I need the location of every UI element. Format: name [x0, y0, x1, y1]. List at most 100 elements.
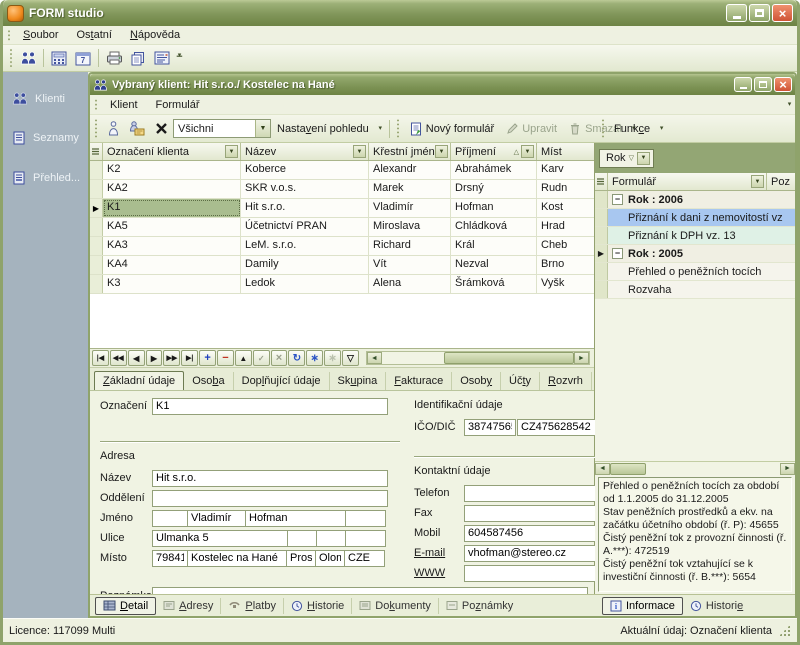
tab-adresy[interactable]: Adresy — [156, 598, 221, 614]
www-link-label[interactable]: WWW — [414, 567, 464, 579]
ulice-cislo-field[interactable] — [287, 530, 317, 547]
group-row[interactable]: ▶ − Rok : 2005 — [595, 245, 795, 263]
insert-record-button[interactable]: + — [199, 350, 216, 366]
close-button[interactable]: × — [772, 4, 793, 22]
kraj-field[interactable] — [315, 550, 345, 567]
toolbar-grip[interactable] — [93, 119, 98, 138]
form-row[interactable]: Rozvaha — [595, 281, 795, 299]
functions-button[interactable]: Funkce — [608, 120, 656, 138]
calculator-button[interactable] — [48, 48, 70, 68]
client-delete-button[interactable] — [150, 119, 172, 139]
clients-button[interactable] — [17, 48, 39, 68]
tab-osoby[interactable]: Osoby — [452, 372, 501, 390]
view-filter-combobox[interactable]: Všichni ▼ — [173, 119, 271, 138]
goto-bookmark-button[interactable]: ∗ — [324, 350, 341, 366]
tab-fakturace[interactable]: Fakturace — [386, 372, 452, 390]
resize-grip-icon[interactable] — [778, 624, 791, 637]
tab-doplnujici-udaje[interactable]: Doplňující údaje — [234, 372, 330, 390]
toolbar-grip[interactable] — [600, 119, 605, 138]
prior-record-button[interactable]: ◀ — [128, 350, 145, 366]
toolbar-overflow-button[interactable]: ▾ — [656, 119, 667, 139]
grid-horizontal-scrollbar[interactable]: ◄ ► — [366, 351, 590, 365]
tab-historie[interactable]: Historie — [284, 598, 352, 614]
print-button[interactable] — [103, 48, 125, 68]
table-row[interactable]: K3 Ledok Alena Šrámková Vyšk — [90, 275, 594, 294]
tab-ucty[interactable]: Účty — [501, 372, 540, 390]
next-page-button[interactable]: ▶▶ — [163, 350, 180, 366]
first-record-button[interactable]: |◀ — [92, 350, 109, 366]
scroll-right-icon[interactable]: ► — [574, 352, 589, 364]
chevron-down-icon[interactable]: ▼ — [255, 120, 270, 137]
column-header-prijmeni[interactable]: Příjmení △ ▼ — [451, 143, 537, 160]
menu-soubor[interactable]: Soubor — [14, 27, 67, 43]
dic-field[interactable] — [517, 419, 599, 436]
form-row[interactable]: Přehled o peněžních tocích — [595, 263, 795, 281]
nazev-field[interactable] — [152, 470, 388, 487]
sidebar-item-klienti[interactable]: Klienti — [3, 86, 88, 111]
child-close-button[interactable]: × — [774, 77, 792, 92]
toolbar-overflow-button[interactable]: ▾▔ — [174, 48, 185, 68]
menubar-overflow-button[interactable]: ▾ — [784, 95, 795, 115]
filter-button[interactable]: ▽ — [342, 350, 359, 366]
group-by-rok[interactable]: Rok ▽ ▼ — [599, 149, 654, 168]
filter-dropdown-icon[interactable]: ▼ — [435, 145, 448, 158]
tab-skupina[interactable]: Skupina — [330, 372, 387, 390]
edit-form-button[interactable]: Upravit — [500, 119, 563, 138]
menu-ostatni[interactable]: Ostatní — [67, 27, 120, 43]
toolbar-grip[interactable] — [396, 119, 401, 138]
ico-field[interactable] — [464, 419, 516, 436]
scroll-right-icon[interactable]: ► — [780, 463, 795, 475]
oznaceni-field[interactable] — [152, 398, 388, 415]
maximize-button[interactable] — [749, 4, 770, 22]
table-row[interactable]: KA5 Účetnictví PRAN Miroslava Chládková … — [90, 218, 594, 237]
minimize-button[interactable] — [726, 4, 747, 22]
column-chooser-button[interactable] — [595, 173, 608, 190]
report-button[interactable] — [151, 48, 173, 68]
telefon-field[interactable] — [464, 485, 614, 502]
sidebar-item-prehled[interactable]: Přehled... — [3, 165, 88, 191]
scrollbar-thumb[interactable] — [610, 463, 646, 475]
view-settings-button[interactable]: Nastavení pohledu — [271, 120, 375, 138]
tab-poznamky[interactable]: Poznámky — [439, 598, 520, 614]
collapse-icon[interactable]: − — [612, 194, 623, 205]
column-header-poznamka[interactable]: Poz — [767, 173, 795, 190]
tab-zakladni-udaje[interactable]: Základní údaje — [94, 371, 184, 390]
menubar-grip[interactable] — [6, 29, 11, 42]
form-row[interactable]: Přiznání k DPH vz. 13 — [595, 227, 795, 245]
tab-historie-right[interactable]: Historie — [683, 598, 750, 614]
post-edit-button[interactable]: ✓ — [253, 350, 270, 366]
column-header-misto[interactable]: Míst — [537, 143, 594, 160]
forms-horizontal-scrollbar[interactable]: ◄ ► — [595, 461, 795, 475]
scrollbar-thumb[interactable] — [444, 352, 574, 364]
scroll-left-icon[interactable]: ◄ — [595, 463, 610, 475]
bookmark-button[interactable]: ∗ — [306, 350, 323, 366]
prijmeni-field[interactable] — [245, 510, 346, 527]
cancel-edit-button[interactable]: × — [271, 350, 288, 366]
sidebar-item-seznamy[interactable]: Seznamy — [3, 125, 88, 151]
filter-dropdown-icon[interactable]: ▼ — [751, 175, 764, 188]
email-link-label[interactable]: E-mail — [414, 547, 464, 559]
prior-page-button[interactable]: ◀◀ — [110, 350, 127, 366]
client-person-button[interactable] — [102, 119, 124, 139]
mobil-field[interactable] — [464, 525, 614, 542]
child-maximize-button[interactable] — [754, 77, 772, 92]
email-field[interactable] — [464, 545, 614, 562]
last-record-button[interactable]: ▶| — [181, 350, 198, 366]
okres-field[interactable] — [286, 550, 316, 567]
table-row[interactable]: KA4 Damily Vít Nezval Brno — [90, 256, 594, 275]
new-form-button[interactable]: Nový formulář — [404, 119, 500, 139]
column-header-nazev[interactable]: Název ▼ — [241, 143, 369, 160]
ulice-field[interactable] — [152, 530, 288, 547]
child-minimize-button[interactable] — [734, 77, 752, 92]
titul-field[interactable] — [152, 510, 188, 527]
table-row[interactable]: K2 Koberce Alexandr Abrahámek Karv — [90, 161, 594, 180]
filter-dropdown-icon[interactable]: ▼ — [225, 145, 238, 158]
psc-field[interactable] — [152, 550, 188, 567]
toolbar-overflow-button[interactable]: ▾ — [375, 119, 386, 139]
group-row[interactable]: − Rok : 2006 — [595, 191, 795, 209]
client-card-button[interactable] — [126, 119, 148, 139]
filter-dropdown-icon[interactable]: ▼ — [521, 145, 534, 158]
tab-rozvrh[interactable]: Rozvrh — [540, 372, 592, 390]
column-header-formular[interactable]: Formulář ▼ — [608, 173, 767, 190]
next-record-button[interactable]: ▶ — [146, 350, 163, 366]
